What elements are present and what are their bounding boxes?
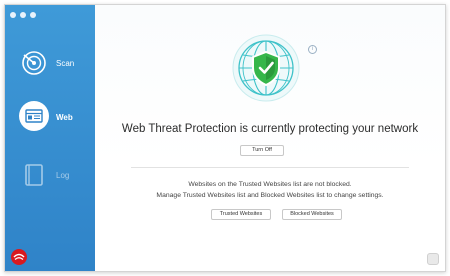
- window-controls: [10, 12, 36, 18]
- radar-icon: [22, 51, 46, 75]
- info-icon[interactable]: i: [308, 45, 317, 54]
- trend-micro-logo: [11, 249, 27, 265]
- sidebar-item-label: Log: [56, 171, 70, 180]
- turn-off-button[interactable]: Turn Off: [240, 145, 284, 156]
- divider: [131, 167, 409, 168]
- description-line: Manage Trusted Websites list and Blocked…: [156, 192, 384, 199]
- sidebar-item-label: Scan: [56, 59, 75, 68]
- globe-shield-icon: [232, 34, 300, 102]
- sidebar-item-web[interactable]: Web: [5, 95, 95, 139]
- sidebar-item-scan[interactable]: Scan: [5, 41, 95, 85]
- main-panel: i Web Threat Protection is currently pro…: [95, 5, 445, 271]
- blocked-websites-button[interactable]: Blocked Websites: [282, 209, 342, 220]
- description-line: Websites on the Trusted Websites list ar…: [188, 181, 352, 188]
- zoom-window-dot[interactable]: [30, 12, 36, 18]
- sidebar-item-label: Web: [56, 113, 73, 122]
- help-icon[interactable]: [427, 253, 439, 265]
- trusted-websites-button[interactable]: Trusted Websites: [211, 209, 271, 220]
- page-title: Web Threat Protection is currently prote…: [121, 123, 419, 135]
- sidebar: Scan Web Log: [5, 5, 95, 271]
- app-window: Scan Web Log i Web Threat Protection is …: [4, 4, 446, 272]
- minimize-window-dot[interactable]: [20, 12, 26, 18]
- book-icon: [25, 164, 43, 186]
- sidebar-item-log[interactable]: Log: [5, 153, 95, 197]
- browser-icon: [19, 101, 49, 131]
- close-window-dot[interactable]: [10, 12, 16, 18]
